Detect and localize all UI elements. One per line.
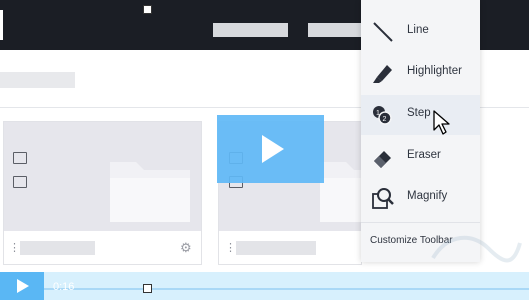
menu-item-highlighter[interactable]: Highlighter — [361, 53, 480, 93]
annotation-tools-menu: Line Highlighter 1 2 Step Eraser Magnify — [361, 0, 480, 262]
play-icon — [17, 279, 29, 293]
highlighter-icon — [373, 65, 392, 83]
mouse-cursor-icon — [433, 110, 450, 135]
menu-item-line[interactable]: Line — [361, 12, 480, 52]
card-title-placeholder — [236, 241, 316, 255]
svg-text:1: 1 — [376, 110, 380, 117]
menu-item-step[interactable]: 1 2 Step — [361, 95, 480, 135]
section-title-placeholder — [0, 72, 75, 88]
card-title-placeholder — [20, 241, 95, 255]
folder-large-icon — [320, 162, 362, 222]
magnify-icon — [372, 188, 394, 209]
menu-item-label: Step — [407, 107, 431, 119]
menu-item-eraser[interactable]: Eraser — [361, 137, 480, 177]
video-control-bar — [0, 272, 529, 300]
eraser-icon — [374, 151, 391, 168]
nav-button-placeholder-2[interactable] — [308, 23, 363, 37]
folder-small-icon — [13, 152, 27, 164]
top-bar-edge — [0, 10, 3, 40]
menu-item-label: Line — [407, 24, 429, 36]
resize-handle[interactable] — [143, 284, 152, 293]
video-progress-track[interactable] — [44, 288, 529, 290]
step-icon: 1 2 — [373, 106, 392, 125]
watermark-logo — [431, 235, 522, 263]
menu-item-label: Eraser — [407, 149, 441, 161]
nav-button-placeholder-1[interactable] — [213, 23, 288, 37]
folder-large-icon — [110, 162, 190, 222]
menu-divider — [361, 222, 480, 223]
svg-text:2: 2 — [383, 116, 387, 123]
line-icon — [373, 22, 393, 42]
menu-item-magnify[interactable]: Magnify — [361, 178, 480, 218]
resize-handle[interactable] — [143, 5, 152, 14]
menu-item-label: Highlighter — [407, 65, 462, 77]
play-icon[interactable] — [262, 135, 284, 163]
gear-icon[interactable]: ⚙ — [180, 240, 192, 256]
video-time: 0:16 — [53, 281, 75, 293]
menu-item-label: Magnify — [407, 190, 448, 202]
video-small-icon — [13, 176, 27, 188]
